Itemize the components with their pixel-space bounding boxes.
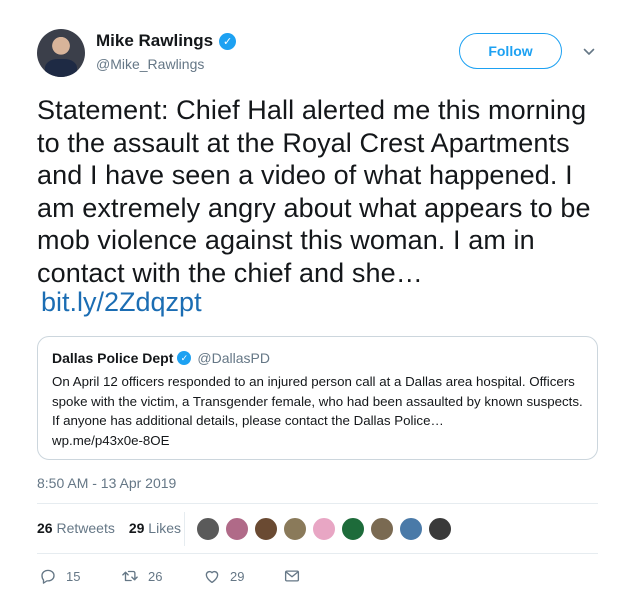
liker-avatar[interactable] — [399, 517, 423, 541]
divider — [37, 503, 598, 504]
divider — [37, 553, 598, 554]
author-avatar[interactable] — [37, 29, 85, 77]
liker-avatar[interactable] — [196, 517, 220, 541]
liker-avatar[interactable] — [428, 517, 452, 541]
retweets-stat[interactable]: 26 Retweets — [37, 520, 115, 536]
quoted-tweet-body: On April 12 officers responded to an inj… — [52, 374, 583, 428]
liker-avatar[interactable] — [370, 517, 394, 541]
tweet-actions: 15 26 29 — [39, 567, 301, 585]
verified-badge-icon: ✓ — [219, 32, 237, 50]
follow-button[interactable]: Follow — [459, 33, 562, 69]
tweet-link[interactable]: bit.ly/2Zdqzpt — [41, 287, 202, 318]
liker-avatars — [196, 517, 452, 541]
author-handle[interactable]: @Mike_Rawlings — [96, 56, 204, 72]
liker-avatar[interactable] — [225, 517, 249, 541]
tweet-text: Statement: Chief Hall alerted me this mo… — [37, 95, 591, 288]
like-button[interactable]: 29 — [203, 567, 283, 585]
stats-separator — [184, 512, 185, 546]
tweet-card: Mike Rawlings ✓ @Mike_Rawlings Follow St… — [0, 0, 634, 601]
tweet-stats: 26 Retweets 29 Likes — [37, 520, 181, 536]
heart-icon — [205, 570, 219, 584]
reply-count: 15 — [66, 568, 81, 584]
quoted-handle: @DallasPD — [197, 350, 270, 366]
quoted-tweet-header: Dallas Police Dept ✓ @DallasPD — [52, 350, 270, 366]
quoted-tweet[interactable]: Dallas Police Dept ✓ @DallasPD On April … — [37, 336, 598, 460]
liker-avatar[interactable] — [254, 517, 278, 541]
reply-icon — [41, 569, 55, 584]
tweet-timestamp[interactable]: 8:50 AM - 13 Apr 2019 — [37, 475, 176, 491]
liker-avatar[interactable] — [341, 517, 365, 541]
retweets-label: Retweets — [56, 520, 115, 536]
likes-label: Likes — [148, 520, 181, 536]
verified-badge-icon: ✓ — [177, 351, 192, 365]
envelope-icon — [284, 570, 300, 582]
like-count: 29 — [230, 568, 245, 584]
likes-count: 29 — [128, 520, 145, 536]
quoted-display-name: Dallas Police Dept — [52, 350, 174, 366]
likes-stat[interactable]: 29 Likes — [129, 520, 181, 536]
retweet-count: 26 — [148, 568, 163, 584]
direct-message-button[interactable] — [283, 567, 301, 585]
quoted-tweet-link[interactable]: wp.me/p43x0e-8OE — [52, 433, 170, 448]
retweets-count: 26 — [37, 520, 53, 536]
retweet-button[interactable]: 26 — [121, 567, 203, 585]
liker-avatar[interactable] — [312, 517, 336, 541]
author-name-row: Mike Rawlings ✓ — [96, 31, 237, 51]
liker-avatar[interactable] — [283, 517, 307, 541]
retweet-icon — [122, 570, 138, 582]
quoted-tweet-text: On April 12 officers responded to an inj… — [52, 372, 587, 450]
author-display-name[interactable]: Mike Rawlings — [96, 31, 213, 51]
chevron-down-icon[interactable] — [583, 46, 595, 58]
reply-button[interactable]: 15 — [39, 567, 121, 585]
